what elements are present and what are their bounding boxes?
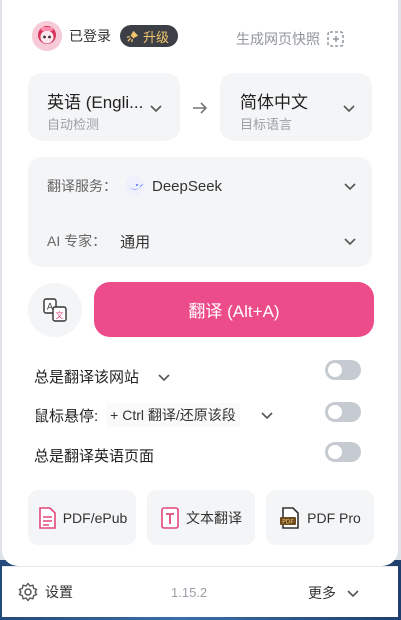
target-language-hint: 目标语言	[240, 117, 293, 132]
service-settings-card: 翻译服务： DeepSeek AI 专家： 通用	[28, 157, 372, 267]
more-label: 更多	[308, 585, 336, 601]
snapshot-icon	[327, 31, 344, 47]
arrow-right-icon	[193, 102, 208, 114]
version-label: 1.15.2	[171, 585, 208, 600]
text-icon	[161, 506, 179, 529]
extension-popup: 已登录 升级 生成网页快照 英语 (Engli... 自动检测 简体中文 目标语…	[2, 0, 398, 566]
logged-in-label: 已登录	[69, 28, 111, 44]
target-language-name: 简体中文	[240, 93, 308, 112]
chevron-down-icon	[261, 412, 273, 420]
upgrade-label: 升级	[143, 29, 170, 45]
chevron-down-icon	[344, 238, 356, 246]
chevron-down-icon	[150, 105, 162, 113]
more-button[interactable]: 更多	[308, 583, 360, 603]
settings-button[interactable]: 设置	[18, 582, 73, 602]
hover-shortcut-value: + Ctrl 翻译/还原该段	[106, 403, 240, 427]
source-language-select[interactable]: 英语 (Engli... 自动检测	[28, 73, 180, 141]
pdf-pro-icon: PDF	[280, 506, 299, 529]
avatar-icon	[32, 21, 62, 51]
hover-translate-toggle[interactable]	[325, 402, 361, 422]
account-area[interactable]: 已登录 升级	[32, 21, 179, 51]
deepseek-icon	[125, 176, 145, 196]
translate-mode-button[interactable]: A 文	[28, 283, 82, 337]
always-translate-site-toggle[interactable]	[325, 360, 361, 380]
ai-expert-value: 通用	[120, 233, 151, 251]
hover-translate-label: 鼠标悬停:	[34, 407, 99, 425]
pdf-epub-button[interactable]: PDF/ePub	[28, 490, 136, 545]
always-translate-english-toggle[interactable]	[325, 442, 361, 462]
chevron-down-icon	[158, 373, 170, 381]
always-translate-site-option[interactable]: 总是翻译该网站	[34, 366, 171, 387]
chevron-down-icon	[343, 105, 355, 113]
translate-button[interactable]: 翻译 (Alt+A)	[94, 282, 374, 337]
svg-text:文: 文	[56, 310, 64, 320]
translate-button-label: 翻译 (Alt+A)	[188, 302, 280, 321]
translate-icon: A 文	[43, 298, 67, 322]
service-value: DeepSeek	[152, 177, 223, 195]
pdf-pro-label: PDF Pro	[307, 509, 361, 526]
snapshot-label: 生成网页快照	[236, 31, 320, 47]
hover-shortcut-select[interactable]: + Ctrl 翻译/还原该段	[106, 403, 274, 427]
target-language-select[interactable]: 简体中文 目标语言	[220, 73, 372, 141]
chevron-down-icon	[347, 590, 359, 598]
snapshot-button[interactable]: 生成网页快照	[236, 29, 346, 49]
translation-service-select[interactable]: 翻译服务： DeepSeek	[47, 175, 357, 197]
svg-text:PDF: PDF	[282, 518, 294, 525]
text-translate-button[interactable]: 文本翻译	[147, 490, 255, 545]
avatar[interactable]	[32, 21, 62, 51]
upgrade-badge[interactable]: 升级	[120, 25, 179, 47]
pdf-epub-label: PDF/ePub	[62, 509, 128, 526]
pdf-pro-button[interactable]: PDF PDF Pro	[266, 490, 374, 545]
source-language-name: 英语 (Engli...	[47, 93, 144, 112]
always-translate-site-label: 总是翻译该网站	[34, 369, 140, 386]
service-label: 翻译服务：	[47, 178, 117, 194]
always-translate-english-label: 总是翻译英语页面	[34, 448, 155, 465]
hover-translate-option[interactable]: 鼠标悬停: + Ctrl 翻译/还原该段	[34, 403, 274, 427]
text-translate-label: 文本翻译	[186, 509, 242, 526]
popup-footer: 设置 1.15.2 更多	[2, 566, 398, 617]
always-translate-english-option[interactable]: 总是翻译英语页面	[34, 445, 154, 466]
rocket-icon	[126, 30, 139, 42]
document-icon	[38, 506, 56, 529]
ai-expert-select[interactable]: AI 专家： 通用	[47, 230, 357, 252]
source-language-hint: 自动检测	[47, 117, 100, 132]
chevron-down-icon	[344, 183, 356, 191]
gear-icon	[18, 582, 38, 602]
settings-label: 设置	[45, 584, 73, 600]
ai-expert-label: AI 专家：	[47, 233, 107, 249]
